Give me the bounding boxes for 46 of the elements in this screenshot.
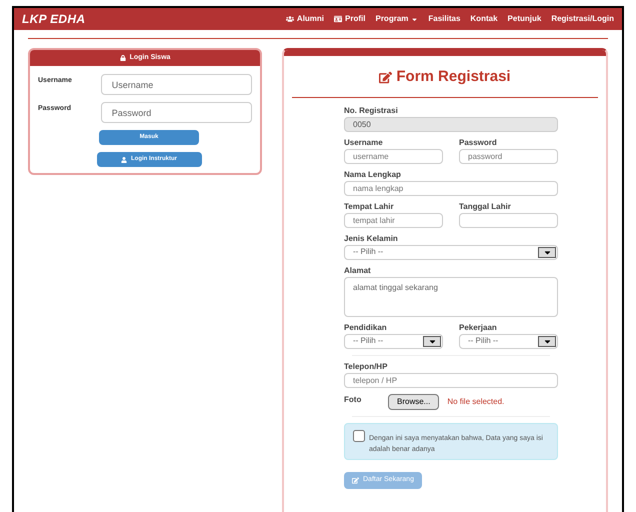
user-icon (121, 156, 127, 162)
text-area[interactable]: alamat tinggal sekarang (344, 276, 558, 316)
nav-link[interactable]: Alumni (286, 13, 324, 25)
caret-icon (538, 246, 556, 258)
browse-button[interactable]: Browse... (388, 394, 440, 410)
lock-icon (120, 55, 126, 61)
select-field[interactable]: -- Pilih -- (344, 244, 558, 260)
select-field[interactable]: -- Pilih -- (459, 334, 558, 348)
caret-icon (423, 336, 441, 346)
input-field[interactable]: username (344, 148, 443, 164)
nav-link[interactable]: Profil (334, 13, 366, 25)
nav-link[interactable]: Petunjuk (508, 13, 542, 25)
field-label: Tanggal Lahir (459, 202, 512, 210)
field-label: Nama Lengkap (344, 170, 402, 178)
file-status: No file selected. (447, 396, 504, 408)
nav-link[interactable]: Fasilitas (428, 13, 460, 25)
field-label: Foto (344, 394, 362, 406)
agreement-checkbox[interactable] (353, 430, 365, 442)
field-label: Telepon/HP (344, 362, 388, 370)
caret-icon (538, 336, 556, 346)
users-icon (286, 15, 294, 23)
field-label: Alamat (344, 266, 372, 274)
field-label: No. Registrasi (344, 106, 399, 114)
select-field[interactable]: -- Pilih -- (344, 334, 443, 348)
form-title: Form Registrasi (284, 66, 606, 88)
caret-icon (411, 16, 418, 22)
input-field[interactable]: Username (100, 74, 252, 95)
input-field[interactable]: tempat lahir (344, 212, 443, 228)
input-field[interactable]: nama lengkap (344, 180, 558, 196)
field-label: Password (459, 138, 498, 146)
field-label: Pendidikan (344, 322, 388, 332)
nav-link[interactable]: Program (375, 13, 418, 25)
edit-icon (352, 476, 359, 484)
input-field[interactable]: telepon / HP (344, 372, 558, 388)
nav-link[interactable]: Kontak (470, 13, 498, 25)
site-logo[interactable]: LKP EDHA (22, 10, 86, 28)
input-field[interactable] (459, 212, 558, 228)
id-card-icon (334, 15, 342, 23)
field-label: Pekerjaan (459, 322, 498, 332)
nav-link[interactable]: Registrasi/Login (551, 13, 614, 25)
input-field[interactable]: password (459, 148, 558, 164)
input-field[interactable]: Password (100, 102, 252, 123)
field-label: Jenis Kelamin (344, 234, 399, 242)
field-label: Tempat Lahir (344, 202, 395, 210)
edit-icon (379, 70, 392, 84)
field-label: Username (344, 138, 384, 146)
